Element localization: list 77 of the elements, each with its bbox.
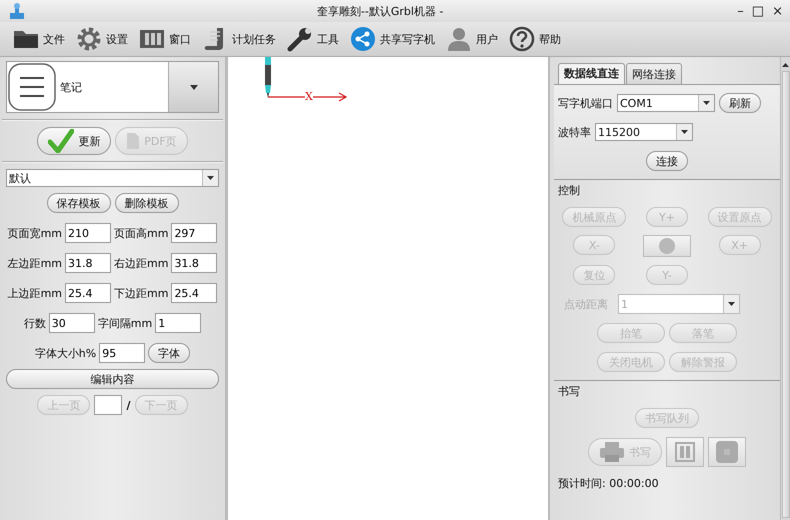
- toolbar-button[interactable]: 用户: [441, 25, 502, 53]
- share-icon: [349, 25, 377, 53]
- axis-label: X: [305, 91, 313, 103]
- input-field[interactable]: 31.8: [171, 253, 218, 273]
- page-number-field[interactable]: [94, 395, 122, 415]
- toolbar-button[interactable]: 共享写字机: [345, 25, 439, 53]
- pen-icon: [263, 57, 273, 99]
- maximize-button[interactable]: □: [748, 4, 768, 18]
- tab[interactable]: 网络连接: [626, 63, 682, 84]
- page-separator: /: [126, 398, 131, 412]
- input-field[interactable]: 25.4: [171, 283, 218, 303]
- pause-icon: [675, 442, 695, 462]
- field-label: 字体大小h%: [34, 346, 96, 360]
- field-label: 字间隔mm: [98, 316, 152, 330]
- dropdown-value: COM1: [619, 96, 654, 110]
- minimize-button[interactable]: –: [734, 4, 747, 18]
- help-icon: [508, 25, 536, 53]
- refresh-button[interactable]: 刷新: [719, 93, 761, 113]
- caret-icon: [728, 302, 735, 306]
- toolbar-button[interactable]: 工具: [282, 25, 343, 53]
- close-button[interactable]: ×: [769, 4, 786, 18]
- input-field[interactable]: 31.8: [65, 253, 111, 273]
- menu-icon: [8, 63, 56, 111]
- window-title: 奎享雕刻--默认Grbl机器 -: [316, 4, 444, 18]
- input-field[interactable]: 1: [155, 313, 202, 333]
- settings-icon: [75, 25, 103, 53]
- checkmark-icon: [48, 129, 74, 153]
- wrench-icon: [286, 25, 314, 53]
- field-label: 页面高mm: [114, 226, 168, 240]
- field-label: 上边距mm: [8, 286, 62, 300]
- toolbar-button[interactable]: 窗口: [134, 25, 195, 53]
- input-field[interactable]: 25.4: [65, 283, 111, 303]
- input-field[interactable]: 30: [48, 313, 95, 333]
- field-label: 波特率: [558, 124, 591, 140]
- dropdown-value: 默认: [8, 170, 32, 186]
- stop-icon: [716, 441, 738, 463]
- caret-icon: [703, 101, 710, 105]
- toolbar-button[interactable]: 计划任务: [197, 25, 280, 53]
- template-button[interactable]: 删除模板: [114, 193, 178, 213]
- dropdown-value: 1: [620, 298, 629, 310]
- font-button[interactable]: 字体: [148, 343, 190, 363]
- edit-content-button[interactable]: 编辑内容: [6, 369, 219, 389]
- app-logo-icon: [8, 2, 26, 20]
- group-title: 控制: [558, 183, 581, 198]
- template-selector[interactable]: 笔记: [6, 61, 219, 113]
- field-label: 写字机端口: [558, 96, 613, 110]
- printer-icon: [599, 442, 625, 462]
- field-label: 右边距mm: [114, 256, 168, 270]
- tab[interactable]: 数据线直连: [558, 63, 625, 84]
- user-icon: [445, 25, 473, 53]
- port-dropdown[interactable]: COM1: [617, 94, 715, 112]
- caret-icon: [207, 176, 214, 180]
- field-label: 页面宽mm: [8, 226, 62, 240]
- field-label: 行数: [24, 316, 46, 330]
- estimated-time: 预计时间: 00:00:00: [558, 476, 660, 491]
- input-field[interactable]: 297: [171, 223, 218, 243]
- input-field[interactable]: 210: [65, 223, 111, 243]
- document-icon: [126, 132, 140, 150]
- connect-button[interactable]: 连接: [646, 151, 688, 171]
- toolbar-button[interactable]: 帮助: [504, 25, 565, 53]
- template-button[interactable]: 保存模板: [46, 193, 110, 213]
- caret-icon: [681, 130, 688, 134]
- template-dropdown[interactable]: 默认: [6, 169, 219, 187]
- selector-label: 笔记: [59, 80, 83, 94]
- toolbar-button[interactable]: 文件: [8, 25, 69, 53]
- update-button[interactable]: 更新: [37, 127, 112, 155]
- toolbar-button[interactable]: 设置: [71, 25, 132, 53]
- circle-icon: [658, 238, 675, 254]
- caret-icon: [190, 84, 198, 90]
- field-label: 下边距mm: [114, 286, 168, 300]
- scroll-up-icon: [782, 63, 789, 67]
- field-label: 左边距mm: [8, 256, 62, 270]
- input-field[interactable]: 95: [99, 343, 146, 363]
- group-title: 书写: [558, 384, 581, 399]
- baud-rate-dropdown[interactable]: 115200: [595, 123, 693, 141]
- dropdown-value: 115200: [597, 126, 641, 138]
- dropdown-arrow-button[interactable]: [168, 62, 218, 112]
